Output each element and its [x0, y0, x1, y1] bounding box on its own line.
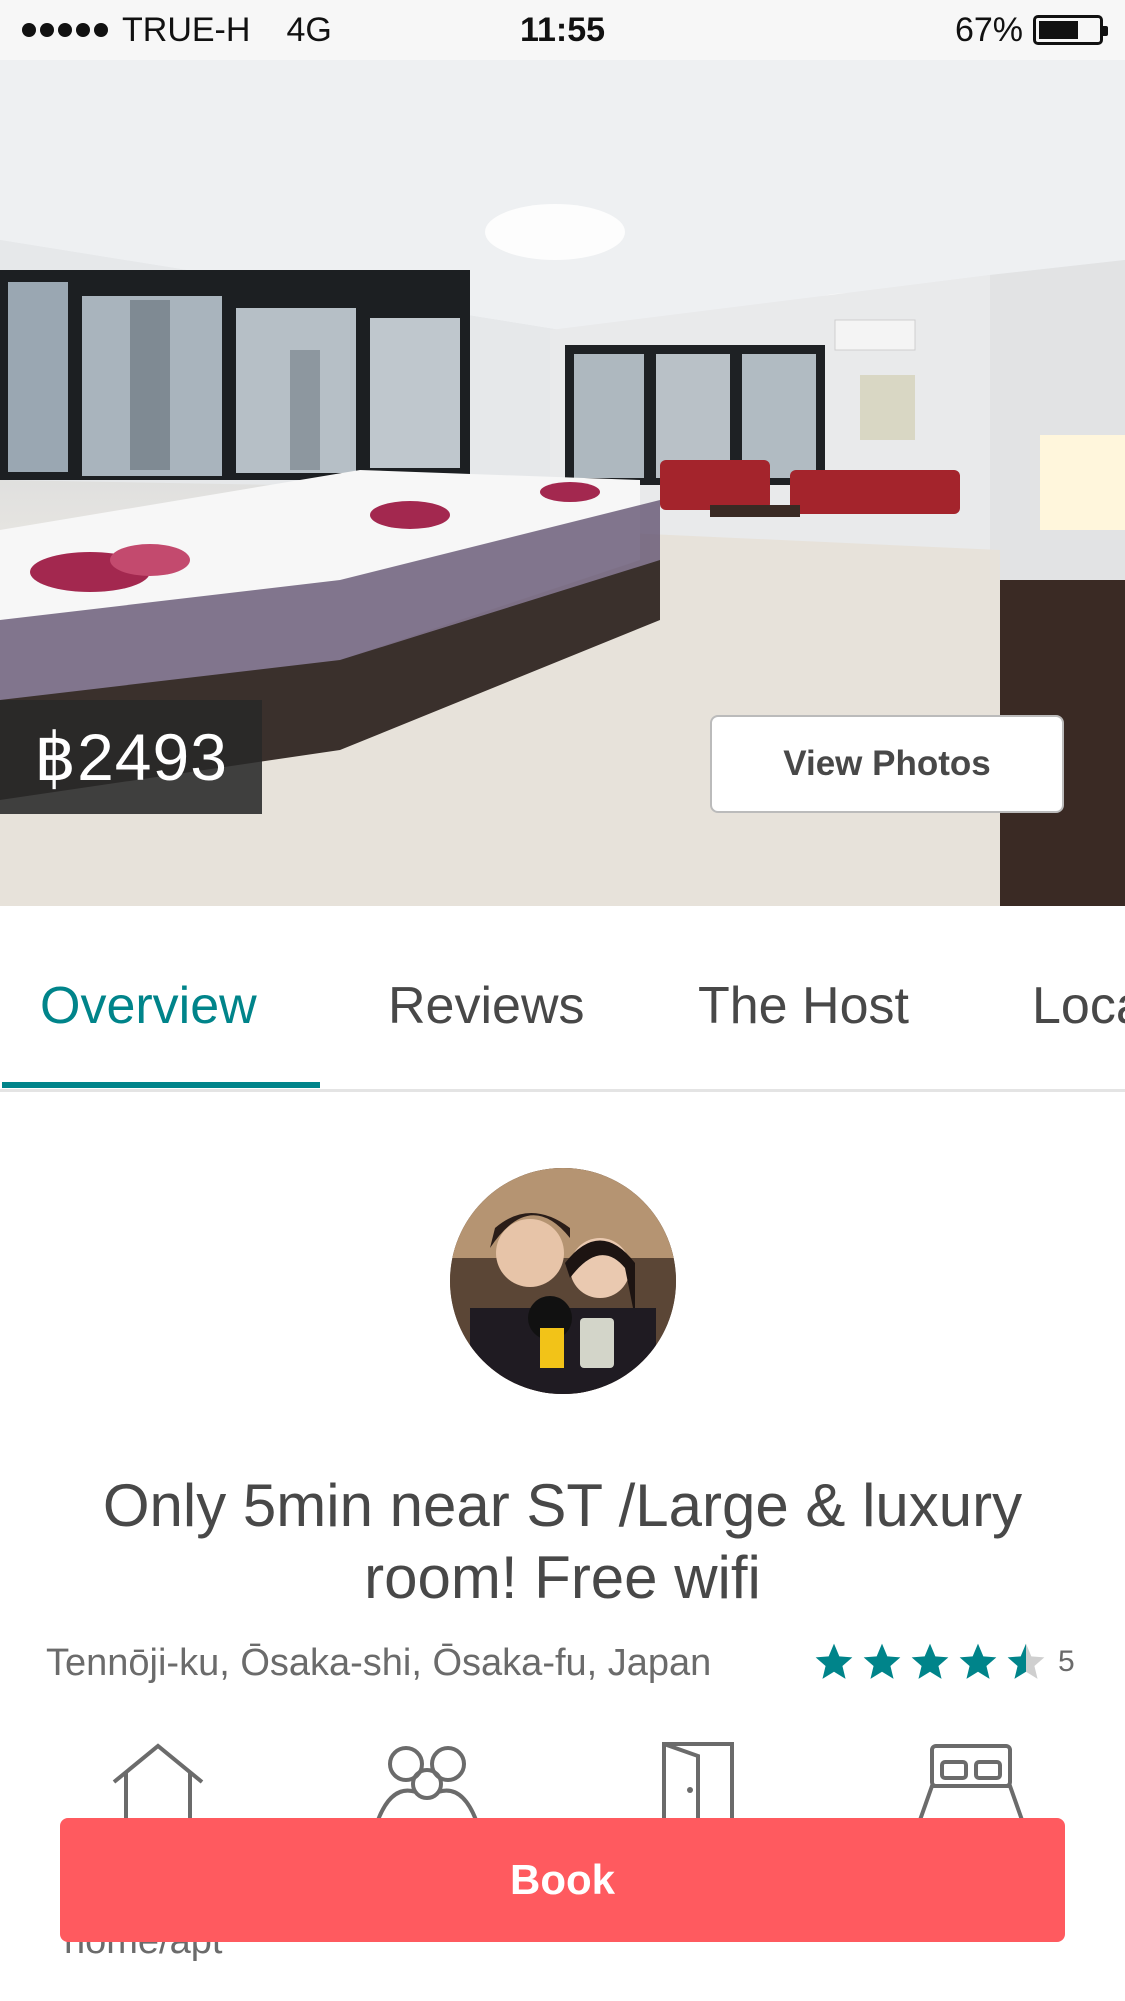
battery-percent: 67% — [954, 10, 1023, 49]
review-count: 5 — [1058, 1645, 1075, 1678]
star-full-icon — [959, 1643, 997, 1679]
battery-icon — [1033, 15, 1108, 45]
listing-location: Tennōji-ku, Ōsaka-shi, Ōsaka-fu, Japan — [46, 1642, 712, 1684]
status-right: 67% — [954, 10, 1108, 50]
listing-photo[interactable]: ฿2493 View Photos — [0, 60, 1125, 906]
tab-location[interactable]: Location — [1032, 976, 1125, 1036]
tab-overview[interactable]: Overview — [40, 976, 257, 1036]
star-full-icon — [815, 1643, 853, 1679]
star-half-icon — [1007, 1643, 1045, 1679]
listing-tabs: Overview Reviews The Host Location — [0, 906, 1125, 1092]
signal-strength-icon — [22, 23, 108, 37]
host-avatar[interactable] — [450, 1168, 676, 1394]
carrier-name: TRUE-H — [122, 10, 251, 49]
star-full-icon — [911, 1643, 949, 1679]
door-icon — [662, 1742, 734, 1820]
price-tag: ฿2493 — [0, 700, 262, 814]
house-icon — [112, 1743, 204, 1820]
status-left: TRUE-H 4G — [22, 11, 332, 50]
bed-icon — [918, 1744, 1024, 1820]
star-rating[interactable]: 5 — [812, 1640, 1075, 1684]
listing-title: Only 5min near ST /Large & luxury room! … — [102, 1472, 1023, 1611]
active-tab-indicator — [2, 1082, 320, 1088]
status-time: 11:55 — [519, 10, 606, 49]
tab-reviews[interactable]: Reviews — [388, 976, 585, 1036]
view-photos-button[interactable]: View Photos — [710, 715, 1064, 813]
tab-the-host[interactable]: The Host — [698, 976, 909, 1036]
star-full-icon — [863, 1643, 901, 1679]
host-photo-illustration — [450, 1168, 676, 1394]
network-type: 4G — [286, 10, 332, 49]
guests-icon — [376, 1746, 478, 1820]
book-button[interactable]: Book — [60, 1818, 1065, 1942]
battery-fill — [1039, 21, 1078, 39]
status-bar: TRUE-H 4G 11:55 67% — [0, 0, 1125, 60]
